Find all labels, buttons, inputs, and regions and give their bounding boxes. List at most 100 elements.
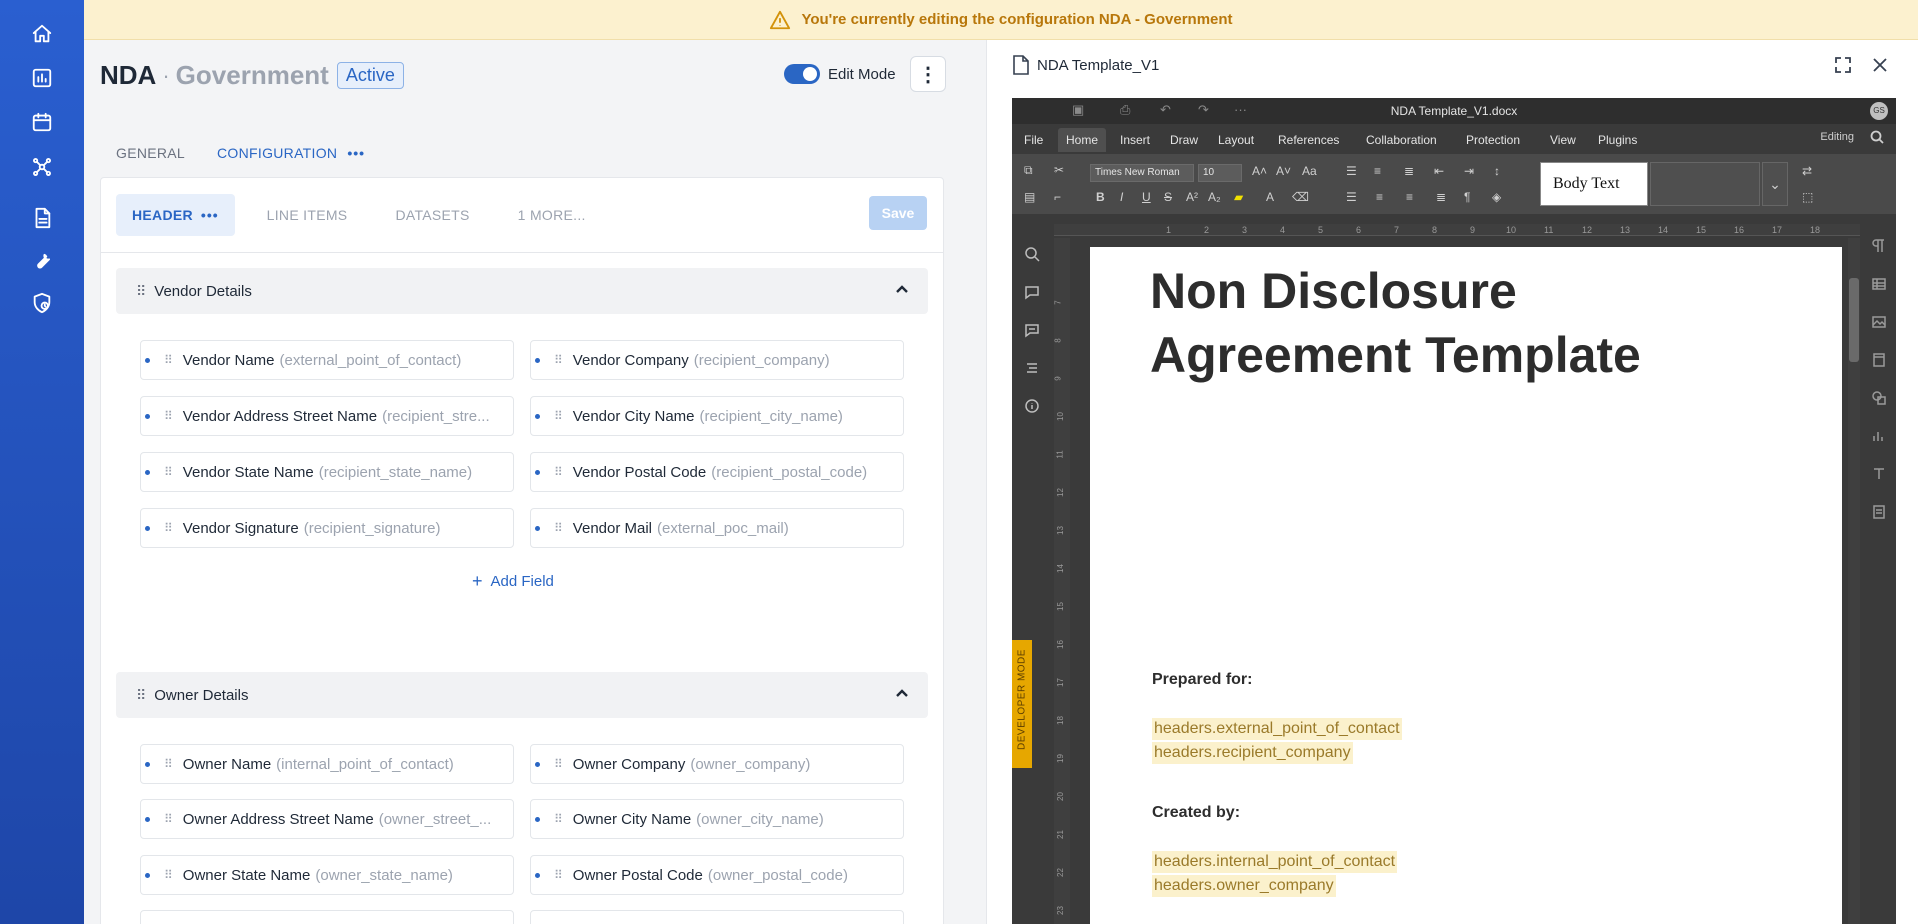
field-owner-state-name[interactable]: ⠿ Owner State Name (owner_state_name): [140, 855, 514, 895]
align-center-icon[interactable]: ≡: [1376, 190, 1383, 204]
change-case-icon[interactable]: Aa: [1302, 164, 1317, 178]
drag-handle-icon[interactable]: ⠿: [164, 409, 173, 423]
menu-home[interactable]: Home: [1058, 128, 1107, 152]
search-icon[interactable]: [1024, 246, 1040, 262]
sidebar-item-home[interactable]: [0, 12, 84, 56]
font-color-icon[interactable]: A: [1266, 190, 1274, 204]
cut-icon[interactable]: ✂: [1054, 163, 1064, 177]
editing-mode-dropdown[interactable]: Editing: [1820, 131, 1854, 143]
subtab-header[interactable]: HEADER •••: [116, 194, 235, 236]
chat-icon[interactable]: [1024, 322, 1040, 338]
justify-icon[interactable]: ≣: [1436, 190, 1446, 204]
font-family-select[interactable]: Times New Roman: [1090, 164, 1194, 182]
paste-icon[interactable]: ▤: [1024, 190, 1035, 204]
field-vendor-postal-code[interactable]: ⠿ Vendor Postal Code (recipient_postal_co…: [530, 452, 904, 492]
field-owner-city-name[interactable]: ⠿ Owner City Name (owner_city_name): [530, 799, 904, 839]
scrollbar-thumb[interactable]: [1849, 278, 1859, 362]
subtab-datasets[interactable]: DATASETS: [379, 194, 485, 236]
navigation-icon[interactable]: [1024, 360, 1040, 376]
drag-handle-icon[interactable]: ⠿: [164, 757, 173, 771]
avatar[interactable]: GS: [1870, 102, 1888, 120]
subscript-icon[interactable]: A₂: [1208, 190, 1221, 204]
field-vendor-signature[interactable]: ⠿ Vendor Signature (recipient_signature): [140, 508, 514, 548]
copy-icon[interactable]: ⧉: [1024, 163, 1033, 178]
field-vendor-address-street-name[interactable]: ⠿ Vendor Address Street Name (recipient_s…: [140, 396, 514, 436]
drag-handle-icon[interactable]: ⠿: [164, 868, 173, 882]
drag-handle-icon[interactable]: ⠿: [136, 283, 146, 300]
sidebar-item-security[interactable]: [0, 281, 84, 325]
chevron-up-icon[interactable]: [894, 282, 910, 298]
subtab-more[interactable]: 1 MORE...: [502, 194, 602, 236]
replace-icon[interactable]: ⇄: [1802, 164, 1812, 178]
drag-handle-icon[interactable]: ⠿: [136, 687, 146, 704]
editor-scrollbar[interactable]: [1848, 238, 1860, 924]
add-field-button[interactable]: + Add Field: [472, 571, 554, 592]
format-painter-icon[interactable]: ⌐: [1054, 190, 1061, 204]
menu-references[interactable]: References: [1270, 128, 1347, 152]
bold-icon[interactable]: B: [1096, 190, 1105, 204]
increase-font-icon[interactable]: A˄: [1252, 164, 1267, 178]
menu-collaboration[interactable]: Collaboration: [1358, 128, 1445, 152]
field-vendor-state-name[interactable]: ⠿ Vendor State Name (recipient_state_name…: [140, 452, 514, 492]
menu-layout[interactable]: Layout: [1210, 128, 1262, 152]
shading-icon[interactable]: ◈: [1492, 190, 1501, 204]
field-placeholder[interactable]: [140, 910, 514, 924]
font-size-select[interactable]: 10: [1198, 164, 1242, 182]
drag-handle-icon[interactable]: ⠿: [164, 465, 173, 479]
subtab-header-menu-icon[interactable]: •••: [201, 207, 219, 223]
merge-field[interactable]: headers.internal_point_of_contact: [1152, 851, 1398, 873]
sidebar-item-calendar[interactable]: [0, 100, 84, 144]
field-owner-name[interactable]: ⠿ Owner Name (internal_point_of_contact): [140, 744, 514, 784]
align-left-icon[interactable]: ☰: [1346, 190, 1357, 204]
select-all-icon[interactable]: ⬚: [1802, 190, 1813, 204]
search-icon[interactable]: [1870, 130, 1884, 144]
edit-mode-toggle[interactable]: [784, 64, 820, 84]
drag-handle-icon[interactable]: ⠿: [164, 353, 173, 367]
chevron-down-icon[interactable]: ⌄: [1762, 162, 1788, 206]
strikethrough-icon[interactable]: S: [1164, 190, 1172, 204]
numbered-list-icon[interactable]: ≡: [1374, 164, 1381, 178]
decrease-font-icon[interactable]: A˅: [1276, 164, 1291, 178]
superscript-icon[interactable]: A²: [1186, 190, 1198, 204]
shape-settings-icon[interactable]: [1871, 390, 1887, 406]
save-button[interactable]: Save: [869, 196, 927, 230]
text-art-icon[interactable]: [1871, 466, 1887, 482]
more-options-button[interactable]: ⋮: [910, 56, 946, 92]
line-spacing-icon[interactable]: ↕: [1494, 164, 1500, 178]
field-owner-company[interactable]: ⠿ Owner Company (owner_company): [530, 744, 904, 784]
drag-handle-icon[interactable]: ⠿: [164, 812, 173, 826]
menu-protection[interactable]: Protection: [1458, 128, 1528, 152]
table-settings-icon[interactable]: [1871, 276, 1887, 292]
sidebar-item-configuration[interactable]: [0, 238, 84, 282]
drag-handle-icon[interactable]: ⠿: [554, 465, 563, 479]
merge-field[interactable]: headers.external_point_of_contact: [1152, 718, 1402, 740]
clear-format-icon[interactable]: ⌫: [1292, 190, 1309, 204]
style-gallery[interactable]: [1650, 162, 1760, 206]
drag-handle-icon[interactable]: ⠿: [554, 521, 563, 535]
multilevel-list-icon[interactable]: ≣: [1404, 164, 1414, 178]
sidebar-item-documents[interactable]: [0, 196, 84, 240]
field-placeholder[interactable]: [530, 910, 904, 924]
drag-handle-icon[interactable]: ⠿: [164, 521, 173, 535]
chevron-up-icon[interactable]: [894, 686, 910, 702]
field-vendor-city-name[interactable]: ⠿ Vendor City Name (recipient_city_name): [530, 396, 904, 436]
paragraph-settings-icon[interactable]: [1871, 238, 1887, 254]
form-settings-icon[interactable]: [1871, 504, 1887, 520]
info-icon[interactable]: [1024, 398, 1040, 414]
header-footer-icon[interactable]: [1871, 352, 1887, 368]
field-owner-postal-code[interactable]: ⠿ Owner Postal Code (owner_postal_code): [530, 855, 904, 895]
menu-file[interactable]: File: [1016, 128, 1051, 152]
field-vendor-company[interactable]: ⠿ Vendor Company (recipient_company): [530, 340, 904, 380]
comment-icon[interactable]: [1024, 284, 1040, 300]
bullet-list-icon[interactable]: ☰: [1346, 164, 1357, 178]
subtab-line-items[interactable]: LINE ITEMS: [251, 194, 364, 236]
field-owner-address-street-name[interactable]: ⠿ Owner Address Street Name (owner_street…: [140, 799, 514, 839]
close-icon[interactable]: [1867, 52, 1893, 78]
document-page[interactable]: Non Disclosure Agreement Template Prepar…: [1090, 247, 1842, 924]
drag-handle-icon[interactable]: ⠿: [554, 353, 563, 367]
chart-settings-icon[interactable]: [1871, 428, 1887, 444]
underline-icon[interactable]: U: [1142, 190, 1151, 204]
decrease-indent-icon[interactable]: ⇤: [1434, 164, 1444, 178]
merge-field[interactable]: headers.recipient_company: [1152, 742, 1353, 764]
drag-handle-icon[interactable]: ⠿: [554, 812, 563, 826]
